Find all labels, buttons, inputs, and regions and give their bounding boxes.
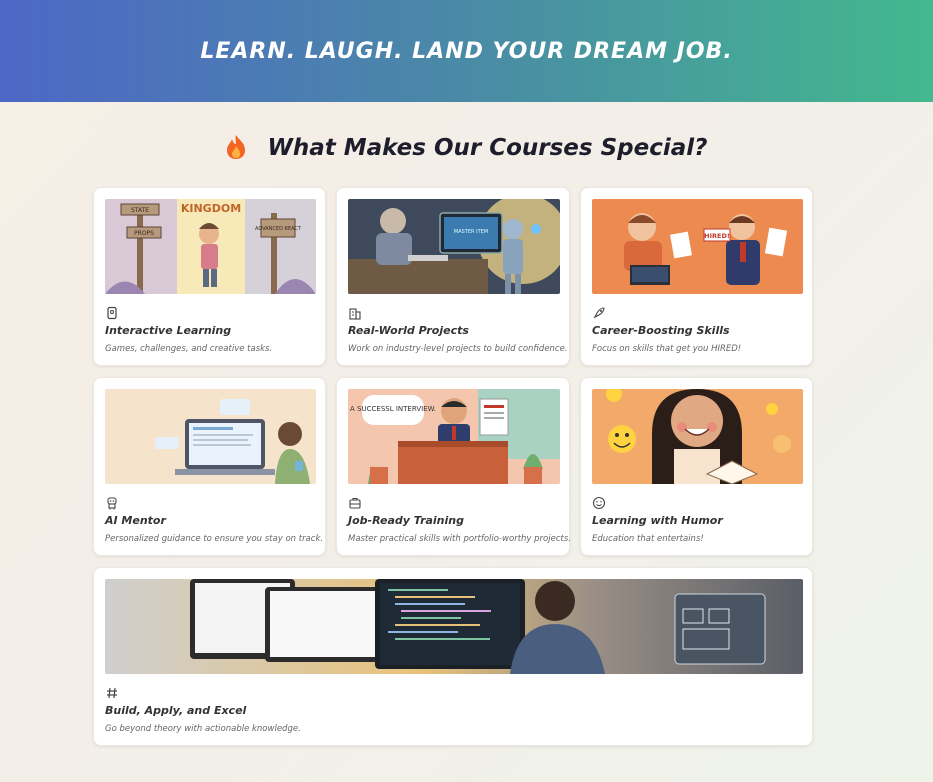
feature-card-interactive-learning: STATE PROPS KINGDOM ADVANCED REACT Inter… (93, 187, 326, 366)
feature-description: Go beyond theory with actionable knowled… (105, 724, 301, 734)
section-title: What Makes Our Courses Special? (267, 135, 708, 161)
rocket-icon (593, 307, 605, 319)
feature-card-learning-with-humor: Learning with Humor Education that enter… (580, 377, 813, 556)
feature-title: Real-World Projects (348, 324, 469, 337)
speech-bubble-text: A SUCCESSL INTERVIEW. (350, 405, 436, 413)
robot-icon (107, 497, 117, 510)
feature-card-ai-mentor: AI Mentor Personalized guidance to ensur… (93, 377, 326, 556)
building-icon (349, 308, 361, 320)
feature-card-real-world-projects: MASTER ITEM Real-World Projects Work on … (336, 187, 570, 366)
screen-text: MASTER ITEM (454, 229, 488, 235)
hero-banner: LEARN. LAUGH. LAND YOUR DREAM JOB. (0, 0, 933, 102)
feature-image-job-ready-training: A SUCCESSL INTERVIEW. (348, 389, 560, 484)
feature-description: Work on industry-level projects to build… (348, 344, 568, 354)
feature-image-build-apply-excel (105, 579, 803, 674)
sign-kingdom: KINGDOM (181, 202, 241, 215)
feature-description: Master practical skills with portfolio-w… (348, 534, 571, 544)
feature-title: Career-Boosting Skills (592, 324, 730, 337)
feature-image-learning-with-humor (592, 389, 803, 484)
feature-title: Interactive Learning (105, 324, 232, 337)
feature-title: AI Mentor (105, 514, 166, 527)
feature-image-career-boosting-skills: HIRED! (592, 199, 803, 294)
feature-image-real-world-projects: MASTER ITEM (348, 199, 560, 294)
feature-image-ai-mentor (105, 389, 316, 484)
sign-advanced: ADVANCED REACT (255, 226, 302, 232)
section-heading: What Makes Our Courses Special? (0, 134, 933, 161)
feature-title: Job-Ready Training (348, 514, 464, 527)
feature-card-career-boosting-skills: HIRED! Career-Boosting Skills Focus on s… (580, 187, 813, 366)
feature-title: Learning with Humor (592, 514, 723, 527)
sign-props: PROPS (134, 230, 154, 237)
feature-title: Build, Apply, and Excel (105, 704, 247, 717)
sign-state: STATE (131, 207, 149, 214)
feature-description: Personalized guidance to ensure you stay… (105, 534, 324, 544)
smiley-icon (592, 496, 606, 510)
feature-description: Education that entertains! (592, 534, 704, 544)
feature-description: Games, challenges, and creative tasks. (105, 344, 273, 354)
feature-card-job-ready-training: A SUCCESSL INTERVIEW. Job-Ready Training… (336, 377, 571, 556)
feature-image-interactive-learning: STATE PROPS KINGDOM ADVANCED REACT (105, 199, 316, 294)
feature-description: Focus on skills that get you HIRED! (592, 344, 742, 354)
briefcase-icon (349, 497, 361, 509)
fire-icon (227, 135, 246, 159)
banner-title: LEARN. LAUGH. LAND YOUR DREAM JOB. (200, 38, 733, 64)
hashtag-icon (107, 687, 117, 699)
hired-sign: HIRED! (704, 232, 730, 240)
game-icon (107, 306, 117, 320)
feature-card-build-apply-excel: Build, Apply, and Excel Go beyond theory… (93, 567, 813, 746)
